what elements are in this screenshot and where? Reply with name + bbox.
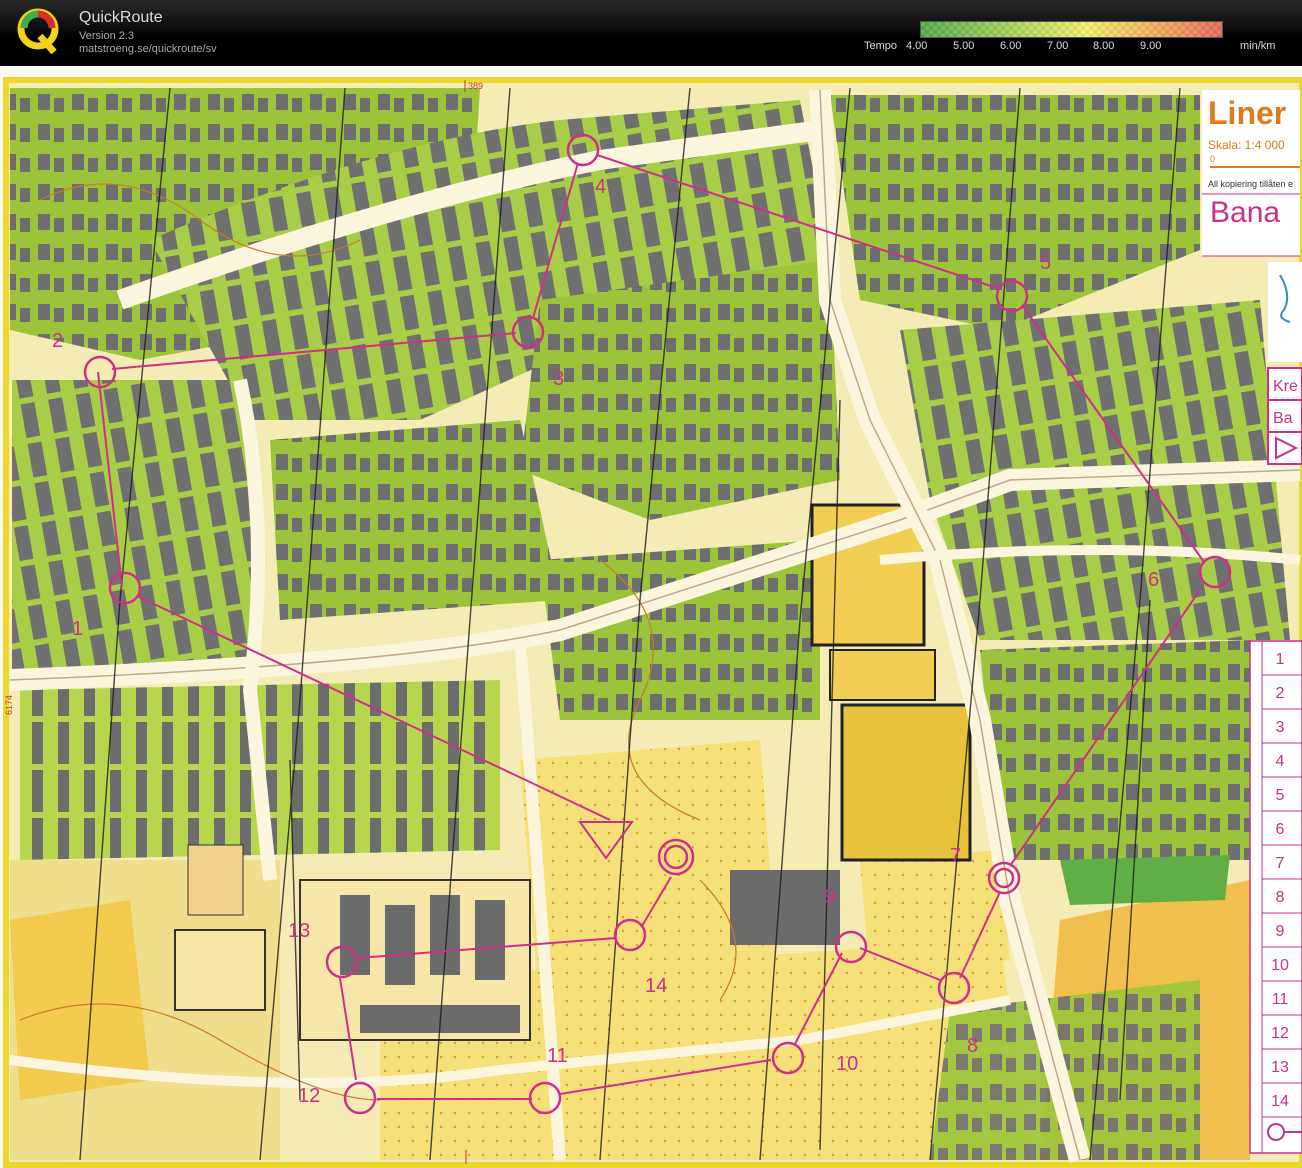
legend-tempo-label: Tempo [864, 40, 898, 52]
legend-tick: 7.00 [1047, 40, 1069, 52]
map-title: Liner [1208, 95, 1286, 131]
map-viewport[interactable]: 1 2 3 4 5 6 7 8 9 10 11 12 13 14 389 617… [0, 66, 1302, 1168]
control-label: 1 [72, 618, 83, 640]
description-number: 3 [1276, 719, 1285, 736]
description-number: 14 [1271, 1093, 1289, 1110]
control-label: 6 [1148, 569, 1159, 591]
app-title: QuickRoute [79, 9, 163, 26]
description-number: 5 [1276, 787, 1285, 804]
orienteering-map[interactable]: 1 2 3 4 5 6 7 8 9 10 11 12 13 14 389 617… [0, 66, 1302, 1168]
side-box-text: Ba [1273, 410, 1293, 427]
scale-zero: 0 [1210, 154, 1215, 164]
control-label: 5 [1040, 252, 1051, 274]
grid-label: 6174 [4, 695, 14, 715]
description-number: 8 [1276, 889, 1285, 906]
legend-tick: 4.00 [906, 40, 928, 52]
control-label: 8 [967, 1035, 978, 1057]
control-label: 12 [298, 1085, 320, 1107]
description-number: 4 [1276, 753, 1285, 770]
copyright-text: All kopiering tillåten e [1208, 179, 1293, 189]
description-number: 11 [1272, 991, 1289, 1008]
description-number: 10 [1271, 957, 1289, 974]
description-number: 9 [1276, 923, 1285, 940]
residential-area [520, 260, 840, 520]
map-scale: Skala: 1:4 000 [1208, 138, 1285, 152]
control-label: 2 [52, 330, 63, 352]
description-number: 2 [1276, 685, 1285, 702]
control-label: 11 [547, 1045, 568, 1067]
description-number: 6 [1276, 821, 1285, 838]
app-header: QuickRoute Version 2.3 matstroeng.se/qui… [0, 0, 1302, 66]
residential-area [980, 640, 1250, 860]
control-label: 14 [645, 975, 667, 997]
control-description-column: 1 2 3 4 5 6 7 8 9 10 11 12 13 14 [1249, 640, 1302, 1154]
legend-tick: 5.00 [953, 40, 975, 52]
control-label: 3 [553, 368, 564, 390]
grid-label: 389 [468, 81, 483, 91]
control-label: 7 [950, 845, 961, 867]
legend-tick: 8.00 [1093, 40, 1115, 52]
control-label: 13 [288, 920, 310, 942]
legend-tick: 6.00 [1000, 40, 1022, 52]
description-number: 7 [1276, 855, 1285, 872]
description-number: 13 [1271, 1059, 1289, 1076]
quickroute-logo-icon [17, 8, 59, 54]
description-number: 12 [1271, 1025, 1289, 1042]
legend-tick: 9.00 [1140, 40, 1162, 52]
control-label: 4 [595, 176, 606, 198]
app-url: matstroeng.se/quickroute/sv [79, 43, 217, 55]
side-box-text: Kre [1273, 378, 1298, 395]
large-building [840, 703, 972, 862]
description-number: 1 [1276, 651, 1285, 668]
course-name: Bana [1210, 196, 1280, 229]
control-label: 9 [824, 886, 835, 908]
tempo-color-scale [920, 21, 1223, 38]
residential-area [12, 380, 260, 690]
legend-unit: min/km [1240, 40, 1276, 52]
control-label: 10 [836, 1053, 858, 1075]
app-version: Version 2.3 [79, 30, 135, 42]
